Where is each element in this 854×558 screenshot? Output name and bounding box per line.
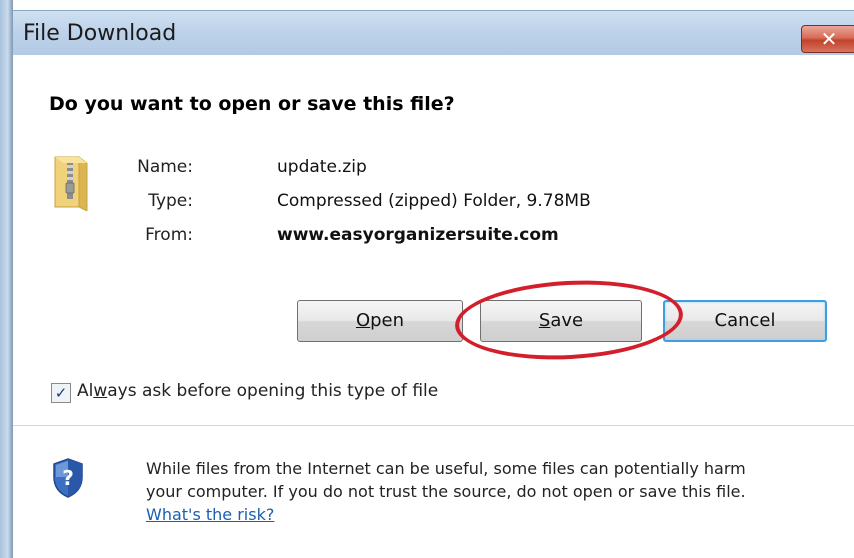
file-type-label: Type: xyxy=(148,191,193,211)
window-frame-left xyxy=(0,0,13,558)
open-button-label: Open xyxy=(355,310,405,331)
shield-icon: ? xyxy=(53,458,83,498)
open-button[interactable]: Open xyxy=(297,300,463,342)
file-source-label: From: xyxy=(145,225,193,245)
warning-line-1: While files from the Internet can be use… xyxy=(146,459,746,478)
section-divider xyxy=(13,425,854,426)
whats-the-risk-link[interactable]: What's the risk? xyxy=(146,505,274,524)
always-ask-label[interactable]: Always ask before opening this type of f… xyxy=(77,381,438,401)
save-button-label: Save xyxy=(538,310,584,331)
cancel-button-label: Cancel xyxy=(714,310,776,331)
dialog-question: Do you want to open or save this file? xyxy=(49,93,455,115)
checkmark-icon: ✓ xyxy=(54,384,68,402)
file-name-value: update.zip xyxy=(277,157,367,177)
file-name-label: Name: xyxy=(137,157,193,177)
title-bar[interactable]: File Download ✕ xyxy=(13,10,854,56)
save-button[interactable]: Save xyxy=(480,300,642,342)
cancel-button[interactable]: Cancel xyxy=(663,300,827,342)
file-type-value: Compressed (zipped) Folder, 9.78MB xyxy=(277,191,591,211)
always-ask-checkbox[interactable]: ✓ xyxy=(51,383,71,403)
zip-folder-icon xyxy=(54,156,88,211)
warning-line-2: your computer. If you do not trust the s… xyxy=(146,482,746,501)
window-title: File Download xyxy=(23,21,177,46)
dialog-body: Do you want to open or save this file? N… xyxy=(13,55,854,558)
close-icon: ✕ xyxy=(820,27,838,51)
security-warning: While files from the Internet can be use… xyxy=(146,457,846,526)
close-button[interactable]: ✕ xyxy=(801,25,854,53)
svg-text:?: ? xyxy=(62,466,74,490)
file-source-value: www.easyorganizersuite.com xyxy=(277,225,559,245)
